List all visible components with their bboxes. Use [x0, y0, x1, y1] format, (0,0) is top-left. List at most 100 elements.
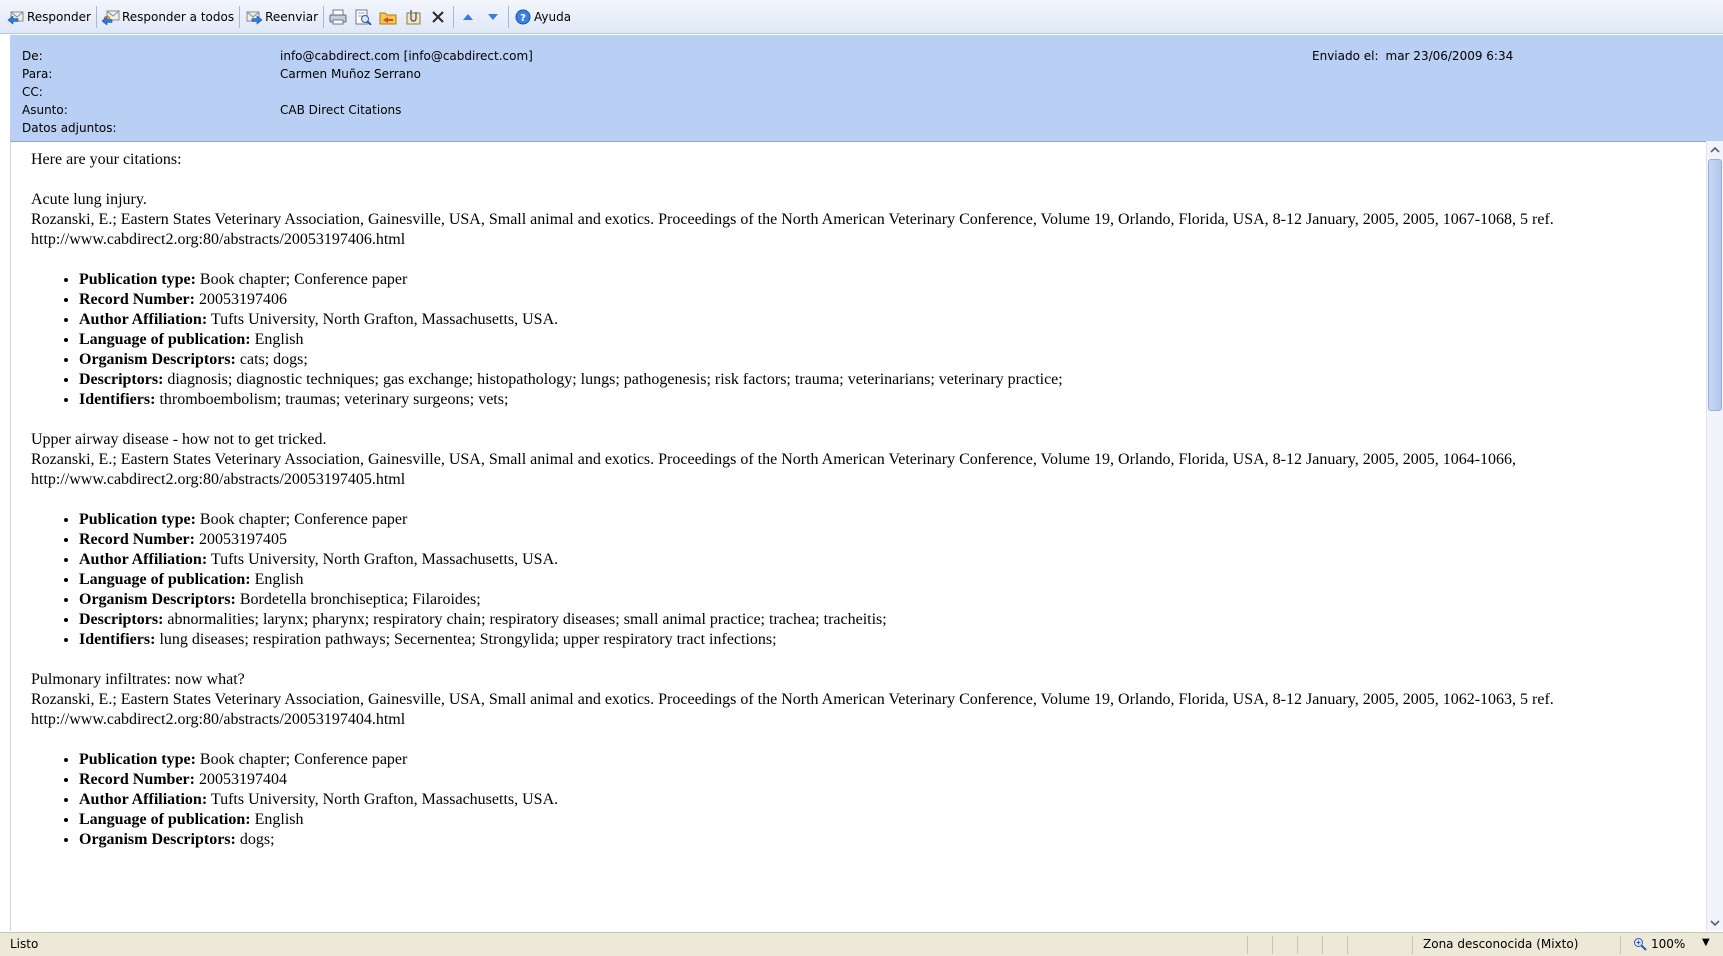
field-label: Publication type:: [79, 751, 196, 768]
citation-field: Publication type: Book chapter; Conferen…: [79, 510, 1699, 530]
status-text: Listo: [10, 937, 39, 951]
field-label: Language of publication:: [79, 331, 251, 348]
field-value: English: [254, 571, 304, 588]
help-icon: ?: [513, 7, 533, 27]
field-label: Organism Descriptors:: [79, 591, 236, 608]
citation-link[interactable]: http://www.cabdirect2.org:80/abstracts/2…: [31, 471, 405, 488]
citation-field: Organism Descriptors: cats; dogs;: [79, 350, 1699, 370]
citation-title: Pulmonary infiltrates: now what?: [31, 671, 245, 688]
field-value: Bordetella bronchiseptica; Filaroides;: [239, 591, 481, 608]
toolbar-separator: [239, 5, 241, 28]
delete-icon: [428, 7, 448, 27]
print-preview-button[interactable]: [351, 5, 376, 29]
field-label: Language of publication:: [79, 571, 251, 588]
scroll-down-arrow-icon[interactable]: [1707, 914, 1723, 931]
field-label: Publication type:: [79, 271, 196, 288]
next-item-button[interactable]: [481, 5, 506, 29]
citation-field: Identifiers: thromboembolism; traumas; v…: [79, 390, 1699, 410]
scroll-thumb[interactable]: [1708, 159, 1722, 411]
status-cell: [1322, 936, 1323, 954]
citation: Acute lung injury. Rozanski, E.; Eastern …: [31, 190, 1699, 410]
field-value: English: [254, 331, 304, 348]
field-label: Record Number:: [79, 771, 195, 788]
message-header: De: info@cabdirect.com [info@cabdirect.c…: [10, 35, 1723, 141]
citation-field: Organism Descriptors: dogs;: [79, 830, 1699, 850]
print-button[interactable]: [326, 5, 351, 29]
zoom-dropdown-icon[interactable]: ▼: [1702, 937, 1710, 948]
zoom-control[interactable]: 100%: [1633, 937, 1685, 951]
field-value: Tufts University, North Grafton, Massach…: [210, 791, 559, 808]
delete-button[interactable]: [426, 5, 451, 29]
forward-button[interactable]: Reenviar: [242, 5, 321, 29]
field-value: Book chapter; Conference paper: [199, 271, 408, 288]
toolbar-separator: [508, 5, 510, 28]
citation-field: Organism Descriptors: Bordetella bronchi…: [79, 590, 1699, 610]
toolbar-separator: [95, 5, 97, 28]
field-value: thromboembolism; traumas; veterinary sur…: [159, 391, 509, 408]
subject-label: Asunto:: [22, 103, 68, 117]
reply-button[interactable]: Responder: [4, 5, 94, 29]
citation-field: Record Number: 20053197405: [79, 530, 1699, 550]
message-body[interactable]: Here are your citations: Acute lung inju…: [10, 141, 1723, 931]
help-label: Ayuda: [534, 9, 572, 24]
citation-header: Upper airway disease - how not to get tr…: [31, 430, 1699, 490]
field-label: Descriptors:: [79, 371, 164, 388]
citation-field: Author Affiliation: Tufts University, No…: [79, 310, 1699, 330]
sent-label: Enviado el:: [1312, 49, 1379, 63]
status-cell: [1412, 936, 1413, 954]
reply-label: Responder: [27, 9, 91, 24]
field-label: Identifiers:: [79, 631, 156, 648]
field-value: 20053197406: [198, 291, 287, 308]
citation-field: Record Number: 20053197404: [79, 770, 1699, 790]
field-label: Publication type:: [79, 511, 196, 528]
field-value: lung diseases; respiration pathways; Sec…: [159, 631, 777, 648]
scroll-up-arrow-icon[interactable]: [1707, 141, 1723, 158]
attach-button[interactable]: [401, 5, 426, 29]
field-value: 20053197405: [198, 531, 287, 548]
reply-all-button[interactable]: Responder a todos: [99, 5, 237, 29]
citation-title: Upper airway disease - how not to get tr…: [31, 431, 327, 448]
citation-source: Rozanski, E.; Eastern States Veterinary …: [31, 211, 1554, 228]
citation-field: Author Affiliation: Tufts University, No…: [79, 550, 1699, 570]
citation-field: Author Affiliation: Tufts University, No…: [79, 790, 1699, 810]
field-label: Record Number:: [79, 531, 195, 548]
print-icon: [328, 7, 348, 27]
to-value[interactable]: Carmen Muñoz Serrano: [280, 65, 421, 83]
field-value: diagnosis; diagnostic techniques; gas ex…: [167, 371, 1063, 388]
zoom-value: 100%: [1651, 937, 1686, 951]
citation-field: Descriptors: abnormalities; larynx; phar…: [79, 610, 1699, 630]
citations-list: Acute lung injury. Rozanski, E.; Eastern …: [31, 190, 1699, 850]
field-label: Language of publication:: [79, 811, 251, 828]
previous-item-button[interactable]: [456, 5, 481, 29]
citation-field: Descriptors: diagnosis; diagnostic techn…: [79, 370, 1699, 390]
print-preview-icon: [353, 7, 373, 27]
citation-fields: Publication type: Book chapter; Conferen…: [31, 750, 1699, 850]
field-label: Author Affiliation:: [79, 791, 208, 808]
attachments-label: Datos adjuntos:: [22, 121, 117, 135]
to-label: Para:: [22, 67, 53, 81]
citation-link[interactable]: http://www.cabdirect2.org:80/abstracts/2…: [31, 711, 405, 728]
zoom-icon: [1634, 938, 1647, 951]
status-cell: [1247, 936, 1248, 954]
citation-link[interactable]: http://www.cabdirect2.org:80/abstracts/2…: [31, 231, 405, 248]
next-icon: [483, 7, 503, 27]
toolbar-separator: [453, 5, 455, 28]
citation-header: Pulmonary infiltrates: now what? Rozanski…: [31, 670, 1699, 730]
move-to-folder-icon: [378, 7, 398, 27]
cc-label: CC:: [22, 85, 43, 99]
reply-all-icon: [101, 7, 121, 27]
forward-label: Reenviar: [265, 9, 319, 24]
citation-fields: Publication type: Book chapter; Conferen…: [31, 270, 1699, 410]
citation-field: Publication type: Book chapter; Conferen…: [79, 270, 1699, 290]
help-button[interactable]: ? Ayuda: [511, 5, 574, 29]
field-value: 20053197404: [198, 771, 287, 788]
citation-field: Language of publication: English: [79, 570, 1699, 590]
citation-field: Publication type: Book chapter; Conferen…: [79, 750, 1699, 770]
move-to-folder-button[interactable]: [376, 5, 401, 29]
citation: Pulmonary infiltrates: now what? Rozanski…: [31, 670, 1699, 850]
vertical-scrollbar[interactable]: [1706, 141, 1723, 931]
citation-title: Acute lung injury.: [31, 191, 147, 208]
from-value[interactable]: info@cabdirect.com [info@cabdirect.com]: [280, 47, 533, 65]
field-label: Record Number:: [79, 291, 195, 308]
reply-icon: [6, 7, 26, 27]
